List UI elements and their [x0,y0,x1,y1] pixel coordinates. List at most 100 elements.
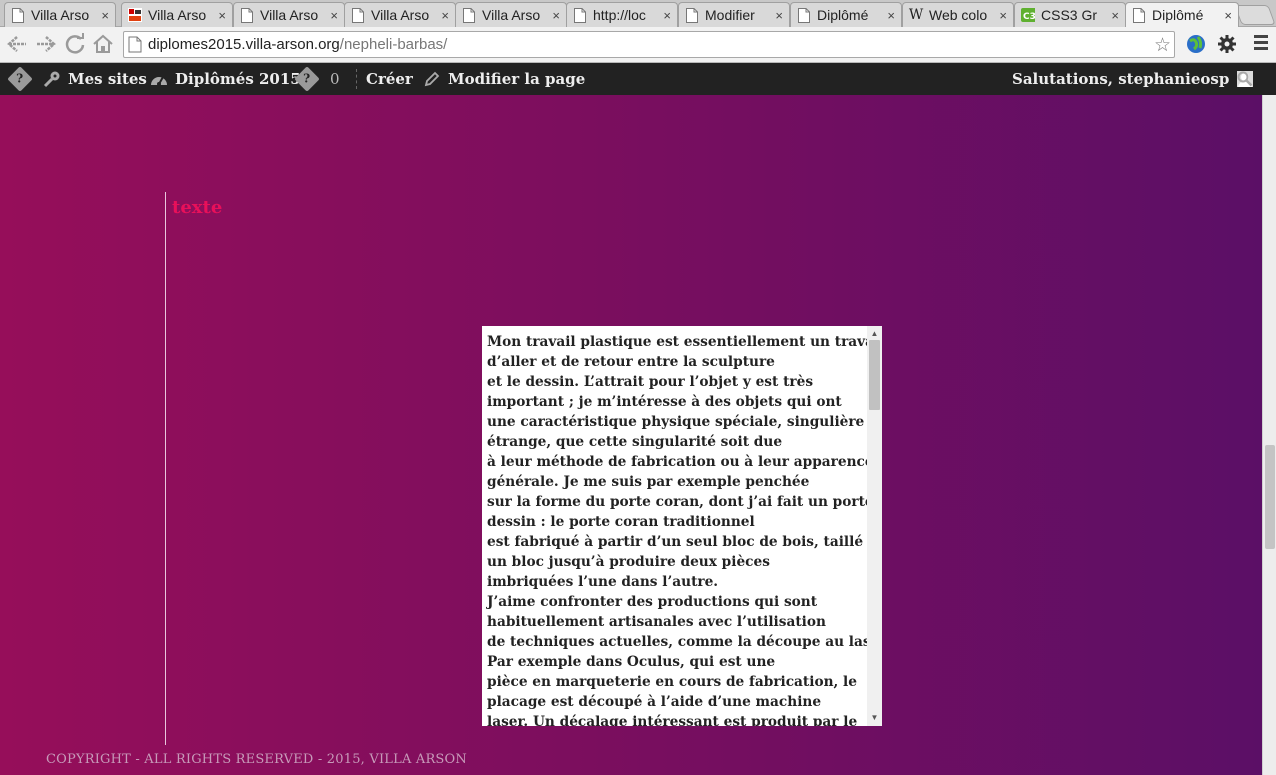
tab-title: http://loc [593,7,646,23]
reload-button[interactable] [64,33,86,55]
pencil-icon [424,71,440,87]
section-title: texte [172,197,223,218]
tab-title: Diplômé [817,7,869,23]
text-line: un bloc jusqu’à produire deux pièces [487,554,770,570]
tab-close-icon[interactable]: × [1224,8,1232,23]
comments-icon: ? [294,66,320,92]
tab-title: CSS3 Gr [1041,7,1098,23]
forward-button[interactable] [35,33,57,55]
scroll-down-arrow-icon[interactable]: ▼ [867,712,882,724]
browser-tab[interactable]: Villa Arso × [455,2,567,27]
site-name-menu[interactable]: Diplômés 2015 [150,63,301,95]
wp-logo-icon: ? [7,66,33,92]
text-line: J’aime confronter des productions qui so… [487,594,818,610]
text-line: dessin : le porte coran traditionnel [487,514,755,530]
bookmark-star-icon[interactable]: ☆ [1154,34,1171,57]
scroll-thumb[interactable] [869,340,880,410]
greeting-label: Salutations, stephanieosp [1012,70,1230,88]
browser-toolbar: diplomes2015.villa-arson.org/nepheli-bar… [0,27,1276,63]
browser-tab[interactable]: Villa Arso × [4,2,116,27]
globe-extension-icon[interactable] [1186,34,1206,59]
wp-admin-bar: ? Mes sites Diplômés 2015 ? 0 Créer Modi… [0,63,1276,95]
settings-gear-icon[interactable] [1217,34,1237,59]
tab-close-icon[interactable]: × [663,8,671,23]
text-line: habituellement artisanales avec l’utilis… [487,614,826,630]
page-icon [351,7,365,23]
page-icon [462,7,476,23]
text-line: une caractéristique physique spéciale, s… [487,414,882,430]
text-line: laser. Un décalage intéressant est produ… [487,714,858,726]
browser-tab[interactable]: Diplômé × [1125,2,1239,27]
address-bar[interactable]: diplomes2015.villa-arson.org/nepheli-bar… [123,31,1175,58]
text-scroll-box[interactable]: Mon travail plastique est essentiellemen… [482,326,882,726]
browser-tab[interactable]: C3 CSS3 Gr × [1014,2,1126,27]
artist-statement: Mon travail plastique est essentiellemen… [487,332,882,726]
text-line: est fabriqué à partir d’un seul bloc de … [487,534,882,550]
edit-page-link[interactable]: Modifier la page [424,63,585,95]
page-icon [240,7,254,23]
edit-page-label: Modifier la page [448,70,586,88]
tab-close-icon[interactable]: × [330,8,338,23]
text-line: d’aller et de retour entre la sculpture [487,354,775,370]
tab-close-icon[interactable]: × [1111,8,1119,23]
comments-count: 0 [330,70,340,88]
home-button[interactable] [92,33,114,55]
text-line: imbriquées l’une dans l’autre. [487,574,719,590]
browser-tab[interactable]: Modifier × [678,2,790,27]
reload-icon [65,33,85,54]
menu-icon[interactable] [1254,35,1268,50]
tab-close-icon[interactable]: × [999,8,1007,23]
home-icon [93,34,113,53]
back-arrow-icon [7,36,26,52]
tab-close-icon[interactable]: × [775,8,783,23]
key-icon [43,71,60,88]
browser-tab[interactable]: Villa Arso × [121,2,233,27]
tab-close-icon[interactable]: × [101,8,109,23]
browser-tab[interactable]: Diplômé × [790,2,902,27]
footer-copyright: COPYRIGHT - ALL RIGHTS RESERVED - 2015, … [46,752,467,767]
scroll-up-arrow-icon[interactable]: ▲ [867,328,882,340]
text-line: placage est découpé à l’aide d’une machi… [487,694,822,710]
text-line: important ; je m’intéresse à des objets … [487,394,842,410]
page-icon [797,7,811,23]
text-line: étrange, que cette singularité soit due [487,434,783,450]
text-line: de techniques actuelles, comme la découp… [487,634,882,650]
page-icon [685,7,699,23]
tab-title: Villa Arso [31,7,90,23]
tab-title: Modifier [705,7,755,23]
browser-tab[interactable]: Villa Arso × [344,2,456,27]
browser-tab[interactable]: Villa Arso × [233,2,345,27]
wp-logo-menu[interactable]: ? [7,63,33,95]
forward-arrow-icon [37,36,56,52]
text-line: à leur méthode de fabrication ou à leur … [487,454,874,470]
site-name-label: Diplômés 2015 [175,70,301,88]
text-box-scrollbar[interactable]: ▲ ▼ [867,326,882,726]
tab-close-icon[interactable]: × [218,8,226,23]
new-content-menu[interactable]: Créer [366,63,413,95]
text-line: Mon travail plastique est essentiellemen… [487,334,882,350]
tab-title: Villa Arso [260,7,319,23]
tab-close-icon[interactable]: × [441,8,449,23]
site-favicon [128,7,142,23]
browser-tab[interactable]: http://loc × [566,2,678,27]
tab-close-icon[interactable]: × [552,8,560,23]
comments-menu[interactable]: ? 0 [294,63,340,95]
tab-title: Web colo [929,7,988,23]
window-scrollbar[interactable] [1262,95,1276,775]
new-content-label: Créer [366,70,413,88]
dashboard-icon [151,76,167,86]
back-button[interactable] [6,33,28,55]
tab-title: Villa Arso [371,7,430,23]
my-sites-menu[interactable]: Mes sites [43,63,147,95]
tab-title: Villa Arso [482,7,541,23]
page-icon [11,7,25,23]
browser-tab[interactable]: W Web colo × [902,2,1014,27]
tab-close-icon[interactable]: × [887,8,895,23]
window-scroll-thumb[interactable] [1265,445,1275,549]
search-button[interactable] [1237,63,1253,95]
vertical-divider [165,192,166,745]
tab-title: Diplômé [1152,7,1204,23]
text-line: Par exemple dans Oculus, qui est une [487,654,776,670]
account-menu[interactable]: Salutations, stephanieosp [1012,63,1254,95]
new-tab-button[interactable] [1234,5,1276,25]
